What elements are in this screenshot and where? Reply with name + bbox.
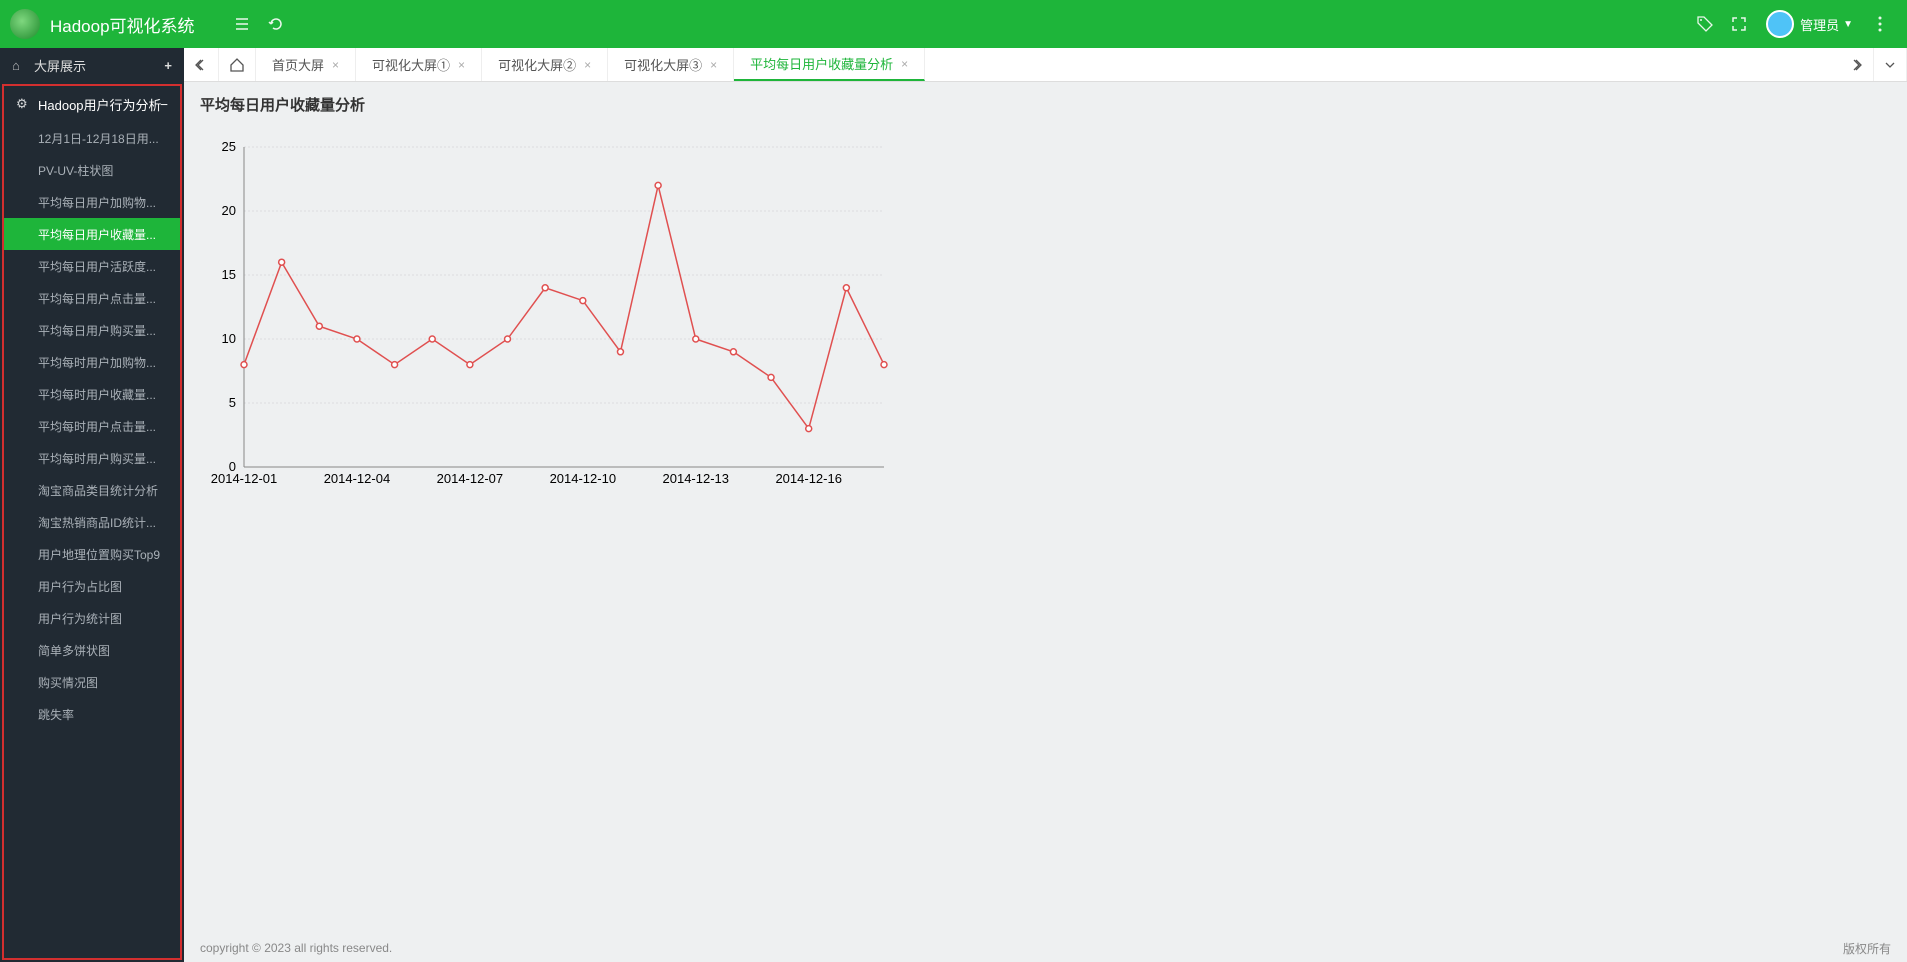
svg-text:2014-12-01: 2014-12-01 [211,471,278,486]
sidebar-item[interactable]: 平均每日用户购买量... [4,314,180,346]
sidebar-item[interactable]: 用户地理位置购买Top9 [4,538,180,570]
sidebar-item[interactable]: 平均每日用户点击量... [4,282,180,314]
svg-text:25: 25 [222,139,236,154]
sidebar-section-label: Hadoop用户行为分析 [38,95,162,114]
sidebar-item[interactable]: 平均每时用户收藏量... [4,378,180,410]
top-header: Hadoop可视化系统 管理员 ▼ [0,0,1907,48]
sidebar-item[interactable]: PV-UV-柱状图 [4,154,180,186]
footer-right: 版权所有 [1843,940,1891,957]
sidebar-item[interactable]: 平均每时用户购买量... [4,442,180,474]
tab[interactable]: 可视化大屏② × [482,48,608,81]
sidebar-item[interactable]: 用户行为统计图 [4,602,180,634]
sidebar-item[interactable]: 跳失率 [4,698,180,730]
sidebar-item[interactable]: 简单多饼状图 [4,634,180,666]
tab-label: 平均每日用户收藏量分析 [750,54,893,73]
toggle-sidebar-button[interactable] [225,7,259,41]
close-icon[interactable]: × [332,58,339,72]
sidebar-item[interactable]: 平均每时用户加购物... [4,346,180,378]
svg-text:10: 10 [222,331,236,346]
app-title: Hadoop可视化系统 [50,12,195,37]
tab-label: 可视化大屏② [498,55,576,74]
footer-left: copyright © 2023 all rights reserved. [200,941,392,955]
sidebar-item[interactable]: 平均每日用户收藏量... [4,218,180,250]
fullscreen-icon[interactable] [1722,7,1756,41]
sidebar-item[interactable]: 淘宝商品类目统计分析 [4,474,180,506]
svg-text:2014-12-13: 2014-12-13 [663,471,730,486]
svg-text:5: 5 [229,395,236,410]
refresh-button[interactable] [259,7,293,41]
close-icon[interactable]: × [901,57,908,71]
sidebar-item[interactable]: 购买情况图 [4,666,180,698]
svg-text:2014-12-04: 2014-12-04 [324,471,391,486]
sidebar-item[interactable]: 平均每时用户点击量... [4,410,180,442]
svg-text:20: 20 [222,203,236,218]
tab-label: 首页大屏 [272,55,324,74]
plus-icon: + [164,58,172,73]
home-icon: ⌂ [12,58,28,73]
footer: copyright © 2023 all rights reserved. 版权… [184,934,1907,962]
tab[interactable]: 平均每日用户收藏量分析 × [734,48,925,81]
page-title: 平均每日用户收藏量分析 [184,82,1907,127]
line-chart: 05101520252014-12-012014-12-042014-12-07… [184,127,904,507]
user-label: 管理员 [1800,15,1839,34]
tabs-scroll-right[interactable] [1839,48,1874,81]
sidebar-item[interactable]: 12月1日-12月18日用... [4,122,180,154]
tabs-dropdown[interactable] [1874,48,1907,81]
app-logo-icon [10,9,40,39]
chart-area: 05101520252014-12-012014-12-042014-12-07… [184,127,1907,934]
tab-label: 可视化大屏③ [624,55,702,74]
tab-strip: 首页大屏 × 可视化大屏① × 可视化大屏② × 可视化大屏③ × 平均每日用户收藏量分析 × [184,48,1907,82]
close-icon[interactable]: × [584,58,591,72]
svg-text:2014-12-07: 2014-12-07 [437,471,504,486]
minus-icon: − [160,97,168,112]
sidebar-section-hadoop[interactable]: ⚙ Hadoop用户行为分析 − [4,86,180,122]
tab-home-button[interactable] [219,48,256,81]
tab[interactable]: 可视化大屏① × [356,48,482,81]
sidebar-group-dashboard[interactable]: ⌂ 大屏展示 + [0,48,184,82]
sidebar-item[interactable]: 用户行为占比图 [4,570,180,602]
tab[interactable]: 首页大屏 × [256,48,356,81]
sidebar: ⌂ 大屏展示 + ⚙ Hadoop用户行为分析 − 12月1日-12月18日用.… [0,48,184,962]
sidebar-item[interactable]: 平均每日用户活跃度... [4,250,180,282]
tabs-scroll-left[interactable] [184,48,219,81]
tag-icon[interactable] [1688,7,1722,41]
user-menu[interactable]: 管理员 ▼ [1766,10,1853,38]
more-icon[interactable] [1863,7,1897,41]
tab[interactable]: 可视化大屏③ × [608,48,734,81]
close-icon[interactable]: × [458,58,465,72]
svg-text:15: 15 [222,267,236,282]
sidebar-highlight-box: ⚙ Hadoop用户行为分析 − 12月1日-12月18日用...PV-UV-柱… [2,84,182,960]
sidebar-item[interactable]: 淘宝热销商品ID统计... [4,506,180,538]
sidebar-item[interactable]: 平均每日用户加购物... [4,186,180,218]
close-icon[interactable]: × [710,58,717,72]
svg-text:2014-12-16: 2014-12-16 [775,471,842,486]
main-area: 首页大屏 × 可视化大屏① × 可视化大屏② × 可视化大屏③ × 平均每日用户收藏量分析 × 平… [184,48,1907,962]
gear-icon: ⚙ [16,96,32,112]
chevron-down-icon: ▼ [1843,19,1853,30]
avatar [1766,10,1794,38]
tab-label: 可视化大屏① [372,55,450,74]
sidebar-group-label: 大屏展示 [34,56,86,75]
svg-text:2014-12-10: 2014-12-10 [550,471,617,486]
